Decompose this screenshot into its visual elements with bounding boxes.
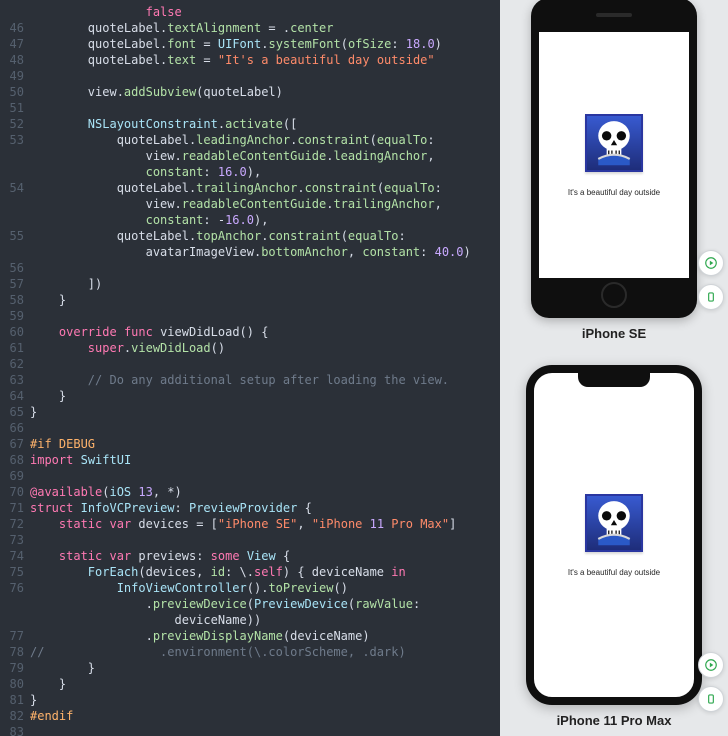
skull-icon: [593, 119, 635, 165]
device-label: iPhone 11 Pro Max: [557, 713, 672, 728]
avatar: [585, 114, 643, 172]
device-preview-se[interactable]: It's a beautiful day outside iPhone SE: [531, 0, 697, 341]
code-area[interactable]: false quoteLabel.textAlignment = .center…: [30, 0, 500, 736]
code-editor[interactable]: 4647484950515253545556575859606162636465…: [0, 0, 500, 736]
phone-frame-se: It's a beautiful day outside: [531, 0, 697, 318]
play-icon: [704, 658, 718, 672]
device-icon: [704, 692, 718, 706]
device-button[interactable]: [698, 686, 724, 712]
play-button[interactable]: [698, 652, 724, 678]
play-icon: [704, 256, 718, 270]
quote-label: It's a beautiful day outside: [568, 568, 660, 577]
quote-label: It's a beautiful day outside: [568, 188, 660, 197]
phone-frame-pro-max: It's a beautiful day outside: [526, 365, 702, 705]
device-icon: [704, 290, 718, 304]
device-preview-pro-max[interactable]: It's a beautiful day outside iPhone 11 P…: [526, 341, 702, 728]
device-button[interactable]: [698, 284, 724, 310]
preview-pane: It's a beautiful day outside iPhone SE: [500, 0, 728, 736]
avatar: [585, 494, 643, 552]
preview-controls-pro-max: [698, 652, 724, 712]
line-gutter: 4647484950515253545556575859606162636465…: [0, 0, 30, 736]
phone-screen: It's a beautiful day outside: [539, 32, 689, 278]
play-button[interactable]: [698, 250, 724, 276]
preview-controls-se: [698, 250, 724, 310]
skull-icon: [593, 499, 635, 545]
device-label: iPhone SE: [582, 326, 646, 341]
phone-screen: It's a beautiful day outside: [534, 373, 694, 697]
